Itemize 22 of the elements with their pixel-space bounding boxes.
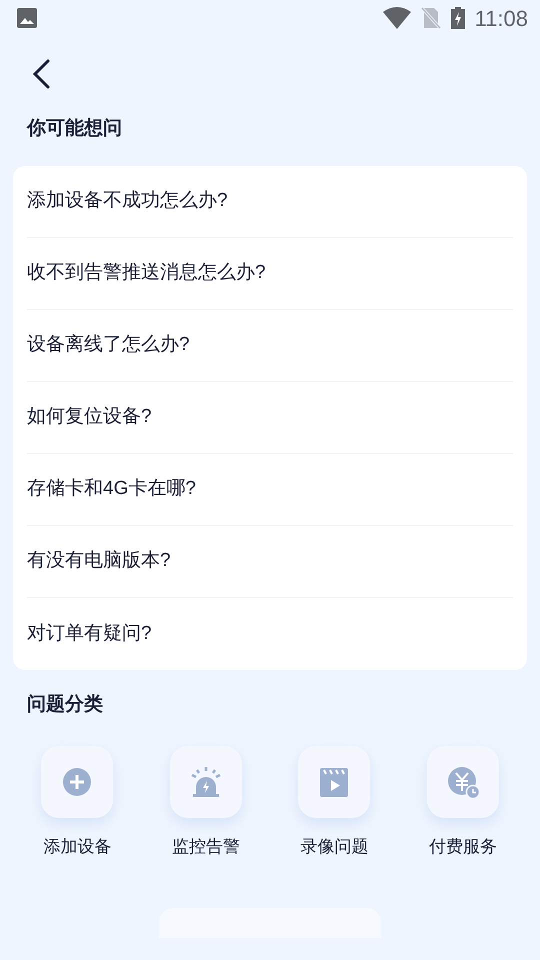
question-link[interactable]: 对订单有疑问? [27,620,152,648]
section-title: 你可能想问 [26,116,123,141]
question-link[interactable]: 有没有电脑版本? [27,547,171,576]
category-label: 监控告警 [172,836,240,858]
category-tile[interactable] [170,746,242,818]
question-link[interactable]: 存储卡和4G卡在哪? [27,475,196,504]
clock-time: 11:08 [474,4,528,32]
question-link[interactable]: 设备离线了怎么办? [27,331,190,360]
category-label: 付费服务 [428,836,497,858]
battery-charging-icon [450,7,465,29]
category-tile[interactable] [426,746,499,818]
question-link[interactable]: 添加设备不成功怎么办? [27,187,228,216]
category-tile[interactable] [298,746,370,818]
question-link[interactable]: 如何复位设备? [27,403,152,432]
category-label: 添加设备 [43,836,112,858]
image-icon [17,8,37,28]
category-tile[interactable] [41,746,114,818]
no-sim-icon [420,7,441,29]
category-label: 录像问题 [300,836,368,858]
wifi-icon [382,7,411,29]
section-title: 问题分类 [26,692,104,717]
question-link[interactable]: 收不到告警推送消息怎么办? [27,259,266,288]
